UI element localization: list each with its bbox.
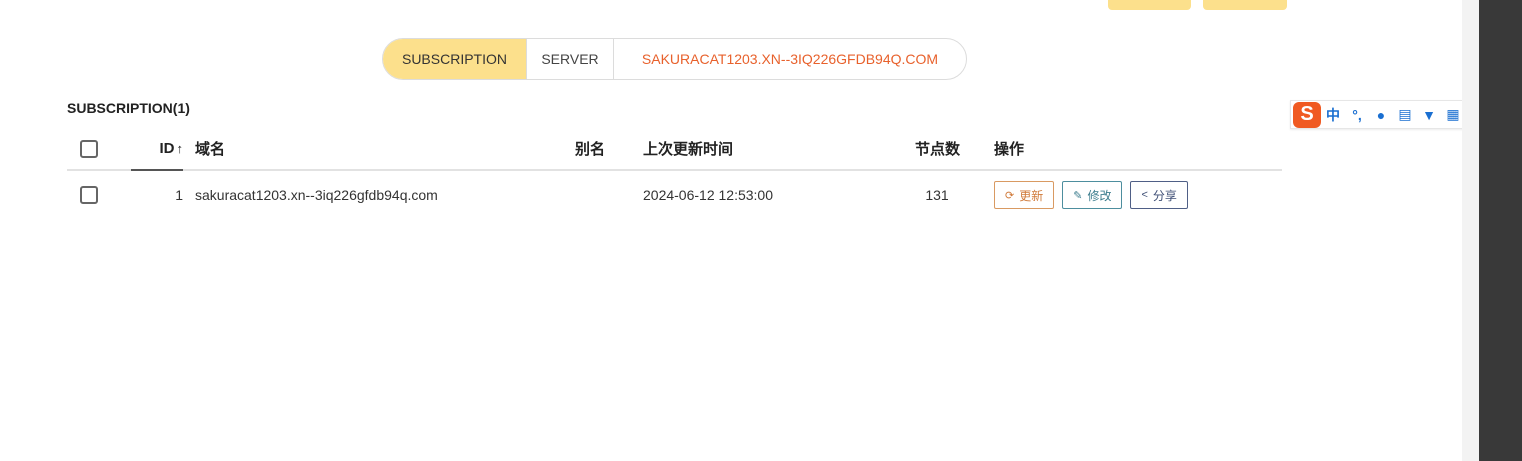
refresh-icon: ⟳: [1005, 189, 1015, 202]
sogou-logo-icon[interactable]: S: [1293, 101, 1321, 128]
top-action-button-2[interactable]: [1203, 0, 1287, 10]
header-id-label: ID: [159, 140, 175, 157]
edit-button[interactable]: ✎ 修改: [1062, 181, 1123, 209]
update-button[interactable]: ⟳ 更新: [994, 181, 1055, 209]
share-button[interactable]: < 分享: [1130, 181, 1188, 209]
view-segmented-control: SUBSCRIPTION SERVER SAKURACAT1203.XN--3I…: [382, 38, 967, 80]
keyboard-icon[interactable]: ▤: [1393, 106, 1417, 123]
select-all-checkbox[interactable]: [80, 139, 98, 158]
row-select-cell: [80, 171, 100, 219]
header-last-update: 上次更新时间: [643, 141, 734, 158]
update-button-label: 更新: [1019, 188, 1044, 203]
segment-subscription[interactable]: SUBSCRIPTION: [383, 39, 527, 79]
table-header: ID ↑ 域名 别名 上次更新时间 节点数 操作: [67, 128, 1282, 171]
row-nodes: 131: [925, 187, 949, 203]
share-icon: <: [1141, 189, 1148, 201]
edit-icon: ✎: [1073, 189, 1083, 202]
microphone-icon[interactable]: ●: [1369, 107, 1393, 123]
top-action-button-1[interactable]: [1108, 0, 1191, 10]
header-select-cell: [80, 128, 100, 169]
row-alias: [537, 171, 605, 219]
edit-button-label: 修改: [1087, 188, 1112, 203]
header-actions: 操作: [994, 141, 1025, 158]
table-row: 1 sakuracat1203.xn--3iq226gfdb94q.com 20…: [67, 171, 1282, 219]
chinese-mode-icon[interactable]: 中: [1321, 105, 1345, 125]
section-title: SUBSCRIPTION(1): [67, 100, 190, 116]
header-id[interactable]: ID ↑: [131, 128, 184, 169]
punctuation-icon[interactable]: °,: [1345, 107, 1369, 123]
side-panel: [1479, 0, 1522, 461]
skin-icon[interactable]: ▼: [1417, 107, 1441, 123]
subscription-table: ID ↑ 域名 别名 上次更新时间 节点数 操作 1 sakuracat1203…: [67, 128, 1282, 219]
row-checkbox[interactable]: [80, 186, 98, 204]
row-id: 1: [175, 187, 183, 203]
row-actions: ⟳ 更新 ✎ 修改 < 分享: [994, 171, 1254, 219]
row-last-update: 2024-06-12 12:53:00: [643, 187, 773, 203]
header-alias: 别名: [574, 141, 605, 158]
scrollbar-track[interactable]: [1462, 0, 1479, 461]
header-domain: 域名: [195, 141, 226, 158]
sort-ascending-icon: ↑: [176, 141, 184, 156]
segment-server[interactable]: SERVER: [527, 39, 614, 79]
row-domain: sakuracat1203.xn--3iq226gfdb94q.com: [195, 187, 438, 203]
share-button-label: 分享: [1152, 188, 1177, 203]
header-nodes: 节点数: [914, 141, 960, 158]
segment-domain[interactable]: SAKURACAT1203.XN--3IQ226GFDB94Q.COM: [614, 39, 966, 79]
